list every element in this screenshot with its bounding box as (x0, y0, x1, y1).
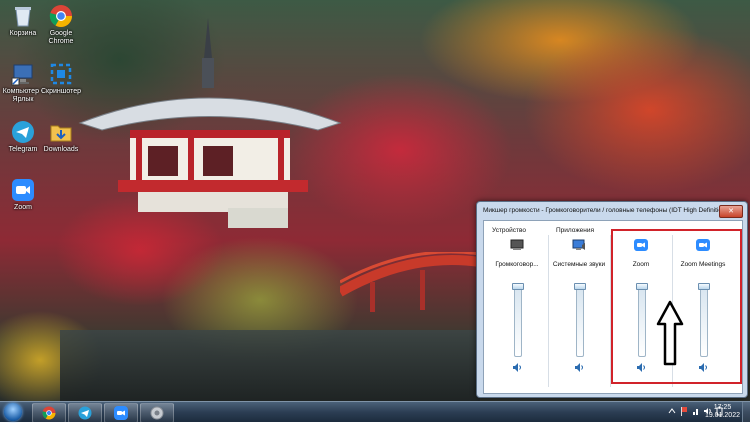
taskbar-telegram-button[interactable] (68, 403, 102, 423)
taskbar-clock[interactable]: 17:25 19.01.2022 (705, 404, 740, 420)
taskbar-zoom-button[interactable] (104, 403, 138, 423)
desktop-icon-label: Zoom (14, 204, 32, 211)
show-desktop-button[interactable] (742, 402, 750, 422)
telegram-icon (78, 406, 92, 420)
mute-button[interactable] (574, 363, 584, 372)
desktop-icon-chrome[interactable]: Google Chrome (38, 4, 84, 46)
channel-name: Системные звуки (552, 261, 606, 268)
desktop-icon-label: Скриншотер (40, 88, 82, 95)
taskbar-volume-mixer-button[interactable] (140, 403, 174, 423)
up-arrow-icon (656, 300, 684, 366)
zoom-icon (114, 406, 128, 420)
chrome-icon (42, 406, 56, 420)
section-divider (548, 235, 549, 387)
tray-flag-icon[interactable] (680, 406, 688, 416)
volume-mixer-icon (150, 406, 164, 420)
taskbar-chrome-button[interactable] (32, 403, 66, 423)
desktop-icon-label: Telegram (8, 146, 38, 153)
start-button[interactable] (4, 403, 22, 421)
volume-slider-track[interactable] (514, 283, 522, 357)
wallpaper-pagoda (78, 18, 342, 228)
volume-slider-thumb[interactable] (574, 283, 586, 290)
downloads-folder-icon (49, 120, 73, 144)
taskbar: 17:25 19.01.2022 (0, 401, 750, 423)
desktop-icon-screenshoter[interactable]: Скриншотер (38, 62, 84, 96)
clock-date: 19.01.2022 (704, 412, 740, 419)
chrome-icon (49, 4, 73, 28)
tray-chevron-icon[interactable] (668, 406, 676, 416)
channel-system-sounds: Системные звуки (550, 239, 608, 389)
channel-name: Громкоговор... (495, 261, 539, 268)
screenshoter-icon (49, 62, 73, 86)
channel-speakers: Громкоговор... (488, 239, 546, 389)
wallpaper-bridge (340, 252, 480, 312)
desktop-icon-zoom[interactable]: Zoom (0, 178, 46, 212)
speaker-device-icon[interactable] (510, 239, 524, 251)
volume-slider-track[interactable] (576, 283, 584, 357)
tray-network-icon[interactable] (692, 406, 700, 416)
recycle-bin-icon (11, 4, 35, 28)
mute-button[interactable] (512, 363, 522, 372)
wallpaper-pond (60, 330, 480, 401)
desktop-icon-label: Корзина (9, 30, 37, 37)
speaker-icon (513, 363, 521, 372)
computer-shortcut-icon (11, 62, 35, 86)
desktop-icon-label: Downloads (43, 146, 79, 153)
volume-slider-thumb[interactable] (512, 283, 524, 290)
speaker-icon (575, 363, 583, 372)
telegram-icon (11, 120, 35, 144)
device-section-label: Устройство (492, 227, 527, 234)
desktop-icon-label: Google Chrome (48, 30, 74, 45)
system-sounds-icon[interactable] (572, 239, 586, 251)
window-title: Микшер громкости - Громкоговорители / го… (483, 207, 723, 214)
apps-section-label: Приложения (556, 227, 595, 234)
clock-time: 17:25 (713, 404, 732, 411)
desktop-icon-downloads[interactable]: Downloads (38, 120, 84, 154)
zoom-icon (11, 178, 35, 202)
close-button[interactable]: ✕ (719, 205, 743, 218)
